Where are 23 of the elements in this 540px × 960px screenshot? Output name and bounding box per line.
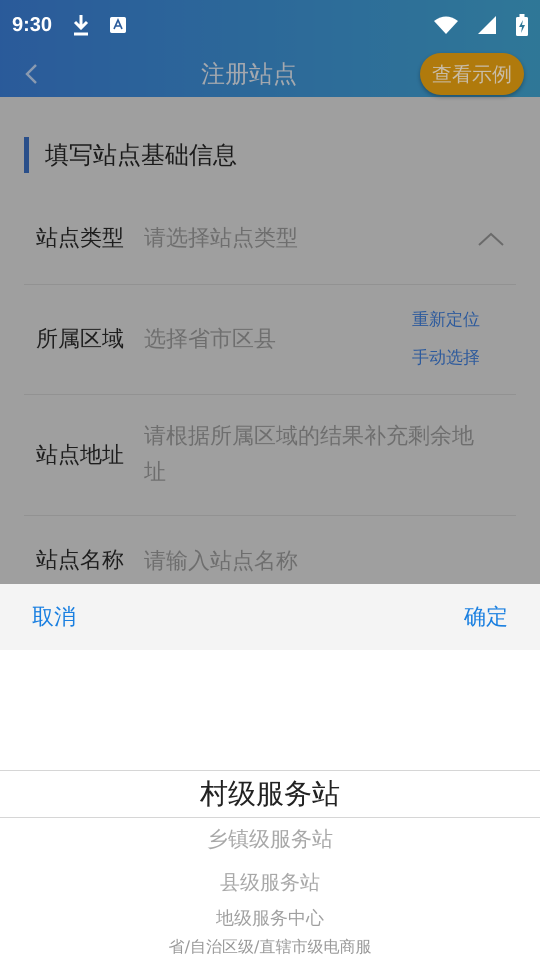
picker-option[interactable]: 县级服务站 <box>220 862 320 902</box>
signal-icon <box>478 16 496 34</box>
download-icon <box>72 14 90 36</box>
cancel-button[interactable]: 取消 <box>32 600 76 634</box>
example-button[interactable]: 查看示例 <box>420 52 524 94</box>
section-title: 填写站点基础信息 <box>45 140 237 171</box>
picker-option[interactable]: 乡镇级服务站 <box>207 818 333 862</box>
field-label: 所属区域 <box>35 326 125 354</box>
page-title: 注册站点 <box>200 58 298 90</box>
picker-option[interactable]: 地级服务中心 <box>216 902 324 934</box>
link-button[interactable]: 手动选择 <box>412 346 480 371</box>
link-button[interactable]: 重新定位 <box>412 308 480 334</box>
confirm-button[interactable]: 确定 <box>464 600 508 634</box>
field-label: 站点类型 <box>35 225 125 253</box>
app-notification-icon <box>110 17 126 33</box>
back-icon[interactable] <box>24 62 38 84</box>
field-label: 站点名称 <box>35 547 125 575</box>
status-time: 9:30 <box>12 13 52 38</box>
wifi-icon <box>434 16 458 34</box>
picker-option[interactable]: 村级服务站 <box>200 771 340 817</box>
field-label: 站点地址 <box>35 442 125 470</box>
picker-option[interactable]: 省/自治区级/直辖市级电商服 <box>168 934 372 960</box>
battery-icon <box>516 14 528 36</box>
